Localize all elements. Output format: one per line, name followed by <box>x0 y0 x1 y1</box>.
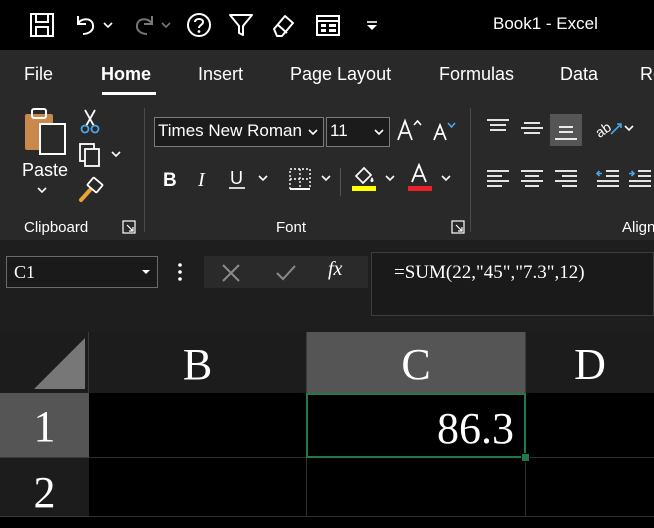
borders-icon[interactable] <box>287 166 313 192</box>
tab-insert[interactable]: Insert <box>198 64 243 85</box>
ribbon: Paste Clipboard Times New Roman 11 B I U <box>0 98 654 240</box>
formula-input[interactable]: =SUM(22,"45","7.3",12) <box>371 252 654 316</box>
tab-page-layout[interactable]: Page Layout <box>290 64 391 85</box>
fill-color-dropdown-icon[interactable] <box>384 174 396 184</box>
save-icon[interactable] <box>27 10 57 40</box>
tab-file[interactable]: File <box>24 64 53 85</box>
fill-color-icon[interactable] <box>350 162 378 192</box>
increase-indent-icon[interactable] <box>626 166 654 192</box>
undo-icon[interactable] <box>70 10 100 40</box>
paste-button-label[interactable]: Paste <box>22 160 68 181</box>
redo-dropdown-icon[interactable] <box>158 10 174 40</box>
select-all-button[interactable] <box>0 332 89 393</box>
cell-d2[interactable] <box>526 458 654 517</box>
row-header-2[interactable]: 2 <box>0 458 89 517</box>
alignment-group-label: Align <box>622 219 654 236</box>
toolbar-separator <box>340 168 341 196</box>
orientation-dropdown-icon[interactable] <box>623 124 635 134</box>
decrease-font-size-icon[interactable] <box>430 118 458 144</box>
cell-d1[interactable] <box>526 393 654 458</box>
cell-b2[interactable] <box>89 458 307 517</box>
font-size-dropdown[interactable]: 11 <box>326 117 390 147</box>
cell-b1[interactable] <box>89 393 307 458</box>
column-header-c[interactable]: C <box>307 332 526 393</box>
align-center-icon[interactable] <box>518 166 546 192</box>
italic-icon[interactable]: I <box>194 166 214 192</box>
column-header-b[interactable]: B <box>89 332 307 393</box>
tab-home[interactable]: Home <box>101 64 151 85</box>
filter-icon[interactable] <box>226 10 256 40</box>
copy-dropdown-icon[interactable] <box>110 150 122 160</box>
group-separator <box>144 108 145 232</box>
redo-icon[interactable] <box>130 10 160 40</box>
name-box-value: C1 <box>14 262 36 282</box>
name-box-dropdown-icon[interactable] <box>141 257 151 287</box>
borders-dropdown-icon[interactable] <box>320 174 332 184</box>
clipboard-dialog-launcher-icon[interactable] <box>122 220 136 234</box>
copy-icon[interactable] <box>77 141 103 169</box>
active-tab-indicator <box>102 92 156 95</box>
tab-formulas[interactable]: Formulas <box>439 64 514 85</box>
paste-icon[interactable] <box>22 106 68 156</box>
undo-dropdown-icon[interactable] <box>100 10 116 40</box>
formula-buttons-area: fx <box>204 256 368 288</box>
font-color-icon[interactable] <box>406 162 434 192</box>
name-box[interactable]: C1 <box>6 256 158 288</box>
help-icon[interactable] <box>184 10 214 40</box>
fill-handle[interactable] <box>521 453 530 462</box>
cancel-entry-icon[interactable] <box>220 262 242 284</box>
font-family-value: Times New Roman <box>158 121 302 140</box>
align-left-icon[interactable] <box>484 166 512 192</box>
window-title: Book1 - Excel <box>493 14 598 33</box>
font-size-value: 11 <box>330 121 348 140</box>
underline-dropdown-icon[interactable] <box>257 174 269 184</box>
font-color-dropdown-icon[interactable] <box>440 174 452 184</box>
more-options-icon[interactable] <box>172 260 188 284</box>
increase-font-size-icon[interactable] <box>396 116 424 144</box>
bold-icon[interactable]: B <box>160 166 180 192</box>
confirm-entry-icon[interactable] <box>274 262 298 284</box>
insert-function-icon[interactable]: fx <box>328 258 342 281</box>
tab-data[interactable]: Data <box>560 64 598 85</box>
row-header-1[interactable]: 1 <box>0 393 89 458</box>
format-painter-icon[interactable] <box>78 176 104 204</box>
svg-text:U: U <box>230 168 243 188</box>
chevron-down-icon <box>307 118 319 146</box>
cut-icon[interactable] <box>79 108 101 134</box>
column-header-d[interactable]: D <box>526 332 654 393</box>
tab-review[interactable]: Re <box>640 64 654 85</box>
cell-c2[interactable] <box>307 458 526 517</box>
customize-quick-access-icon[interactable] <box>362 10 382 40</box>
cell-c1-active[interactable]: 86.3 <box>306 393 526 458</box>
middle-align-icon[interactable] <box>518 116 546 140</box>
align-right-icon[interactable] <box>552 166 580 192</box>
font-group-label: Font <box>276 219 307 236</box>
font-family-dropdown[interactable]: Times New Roman <box>154 117 324 147</box>
font-dialog-launcher-icon[interactable] <box>451 220 465 234</box>
svg-text:I: I <box>197 169 206 191</box>
paste-dropdown-icon[interactable] <box>35 186 49 196</box>
form-icon[interactable] <box>313 10 343 40</box>
decrease-indent-icon[interactable] <box>594 166 622 192</box>
top-align-icon[interactable] <box>484 116 512 140</box>
underline-icon[interactable]: U <box>226 166 248 192</box>
clipboard-group-label: Clipboard <box>24 219 89 236</box>
title-bar: Book1 - Excel <box>0 0 654 50</box>
ribbon-tabs: File Home Insert Page Layout Formulas Da… <box>0 50 654 98</box>
orientation-icon[interactable]: ab <box>594 114 624 142</box>
svg-text:ab: ab <box>594 119 614 141</box>
chevron-down-icon <box>373 118 385 146</box>
svg-text:B: B <box>163 170 177 191</box>
bottom-align-icon[interactable] <box>550 114 582 146</box>
group-separator <box>470 108 471 232</box>
eraser-icon[interactable] <box>268 10 298 40</box>
